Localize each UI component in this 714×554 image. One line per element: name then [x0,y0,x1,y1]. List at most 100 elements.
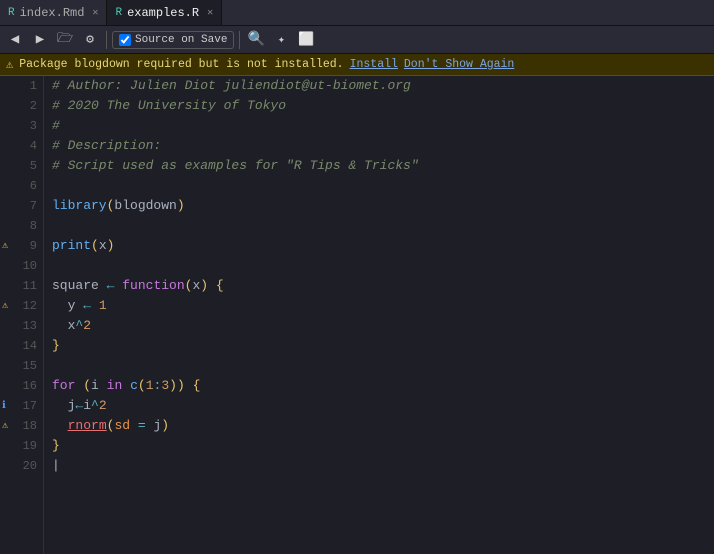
install-link[interactable]: Install [350,58,398,71]
forward-button[interactable]: ▶ [29,29,51,51]
source-on-save-button[interactable]: Source on Save [112,31,234,49]
gutter-line-9: ⚠9 [0,236,43,256]
compile-button[interactable]: ⚙ [79,29,101,51]
code-line-2: # 2020 The University of Tokyo [52,96,714,116]
tab-examples-r-label: examples.R [127,6,199,20]
line-number-17: 17 [23,399,37,413]
line-number-5: 5 [30,159,37,173]
gutter-line-19: 19 [0,436,43,456]
warning-bar: ⚠ Package blogdown required but is not i… [0,54,714,76]
search-icon: 🔍 [248,31,265,48]
gutter-line-3: 3 [0,116,43,136]
code-line-16: for (i in c(1:3)) { [52,376,714,396]
info-indicator-17: ℹ [2,400,6,412]
line-number-6: 6 [30,179,37,193]
code-line-7: library(blogdown) [52,196,714,216]
gutter-line-1: 1 [0,76,43,96]
gutter-line-7: 7 [0,196,43,216]
gutter-line-10: 10 [0,256,43,276]
line-number-4: 4 [30,139,37,153]
gutter-line-6: 6 [0,176,43,196]
code-line-20: | [52,456,714,476]
toolbar-sep-1 [106,31,107,49]
line-number-8: 8 [30,219,37,233]
code-line-10 [52,256,714,276]
gutter-line-18: ⚠ 18 [0,416,43,436]
line-number-1: 1 [30,79,37,93]
back-button[interactable]: ◀ [4,29,26,51]
line-number-10: 10 [23,259,37,273]
code-line-1: # Author: Julien Diot juliendiot@ut-biom… [52,76,714,96]
back-icon: ◀ [11,31,19,48]
line-number-15: 15 [23,359,37,373]
gutter-line-17: ℹ 17 [0,396,43,416]
source-on-save-checkbox[interactable] [119,34,131,46]
code-line-12: y ← 1 [52,296,714,316]
line-number-9: 9 [30,239,37,253]
code-line-9: print(x) [52,236,714,256]
code-line-3: # [52,116,714,136]
line-number-11: 11 [23,279,37,293]
gutter-line-5: 5 [0,156,43,176]
tab-bar: R index.Rmd ✕ R examples.R ✕ [0,0,714,26]
code-area: 12345678⚠91011⚠1213141516ℹ17⚠181920 # Au… [0,76,714,554]
fullscreen-button[interactable]: ⬜ [295,29,317,51]
code-line-15 [52,356,714,376]
line-number-3: 3 [30,119,37,133]
dont-show-again-link[interactable]: Don't Show Again [404,58,514,71]
code-line-13: x^2 [52,316,714,336]
gutter-line-16: 16 [0,376,43,396]
spellcheck-button[interactable]: ✦ [270,29,292,51]
gutter-line-12: ⚠ 12 [0,296,43,316]
warn-indicator-9: ⚠ [2,240,8,252]
spellcheck-icon: ✦ [278,32,285,47]
code-line-8 [52,216,714,236]
line-number-12: 12 [23,299,37,313]
gutter-line-15: 15 [0,356,43,376]
toolbar: ◀ ▶ 🗁 ⚙ Source on Save 🔍 ✦ ⬜ [0,26,714,54]
line-number-19: 19 [23,439,37,453]
tab-index-rmd-label: index.Rmd [20,6,85,20]
code-line-6 [52,176,714,196]
code-line-14: } [52,336,714,356]
gutter-line-8: 8 [0,216,43,236]
warning-icon: ⚠ [6,57,13,72]
code-line-18: rnorm(sd = j) [52,416,714,436]
gutter-line-11: 11 [0,276,43,296]
compile-icon: ⚙ [86,32,94,47]
gutter-line-2: 2 [0,96,43,116]
search-button[interactable]: 🔍 [245,29,267,51]
fullscreen-icon: ⬜ [298,32,314,47]
source-on-save-label: Source on Save [135,34,227,46]
line-number-16: 16 [23,379,37,393]
warning-message: Package blogdown required but is not ins… [19,58,343,71]
code-line-19: } [52,436,714,456]
forward-icon: ▶ [36,31,44,48]
gutter-line-13: 13 [0,316,43,336]
code-content[interactable]: # Author: Julien Diot juliendiot@ut-biom… [44,76,714,554]
line-number-gutter: 12345678⚠91011⚠1213141516ℹ17⚠181920 [0,76,44,554]
toolbar-sep-2 [239,31,240,49]
line-number-2: 2 [30,99,37,113]
tab-examples-r-close[interactable]: ✕ [207,7,213,19]
gutter-line-20: 20 [0,456,43,476]
code-line-17: j←i^2 [52,396,714,416]
show-in-folder-button[interactable]: 🗁 [54,29,76,51]
code-line-11: square ← function(x) { [52,276,714,296]
tab-index-rmd-close[interactable]: ✕ [92,7,98,19]
code-line-4: # Description: [52,136,714,156]
gutter-line-4: 4 [0,136,43,156]
line-number-20: 20 [23,459,37,473]
warn-indicator-12: ⚠ [2,300,8,312]
warn-indicator-18: ⚠ [2,420,8,432]
gutter-line-14: 14 [0,336,43,356]
line-number-7: 7 [30,199,37,213]
line-number-14: 14 [23,339,37,353]
tab-examples-r[interactable]: R examples.R ✕ [107,0,222,25]
tab-index-rmd[interactable]: R index.Rmd ✕ [0,0,107,25]
folder-icon: 🗁 [57,29,73,51]
line-number-18: 18 [23,419,37,433]
rmd-file-icon: R [8,7,15,19]
code-line-5: # Script used as examples for "R Tips & … [52,156,714,176]
line-number-13: 13 [23,319,37,333]
